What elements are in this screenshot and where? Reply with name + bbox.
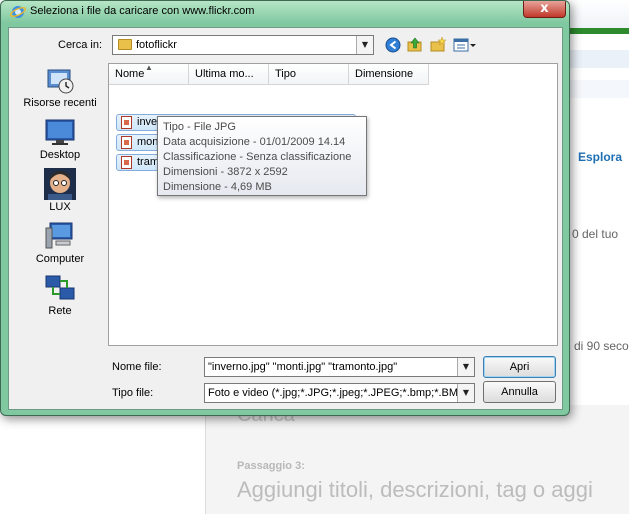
- column-label: Nome: [115, 68, 145, 80]
- chevron-down-icon[interactable]: ▼: [356, 36, 373, 54]
- close-icon: x: [540, 1, 549, 16]
- chevron-down-icon[interactable]: ▼: [457, 358, 474, 376]
- step-label: Passaggio 3:: [237, 460, 305, 472]
- explore-link[interactable]: Esplora: [578, 150, 622, 164]
- place-label: Desktop: [39, 149, 81, 161]
- file-open-dialog: Seleziona i file da caricare con www.fli…: [0, 0, 570, 416]
- page-nav-strip: [560, 50, 629, 68]
- place-label: LUX: [49, 201, 71, 213]
- up-folder-icon[interactable]: [407, 37, 423, 53]
- jpg-file-icon: [121, 156, 132, 169]
- cancel-button[interactable]: Annulla: [483, 381, 556, 403]
- tooltip-size: Dimensione - 4,69 MB: [163, 181, 272, 193]
- jpg-file-icon: [121, 136, 132, 149]
- look-in-value: fotoflickr: [136, 39, 177, 51]
- place-recent[interactable]: Risorse recenti: [19, 64, 101, 109]
- view-menu-icon[interactable]: [453, 37, 477, 53]
- internet-explorer-icon: [10, 6, 26, 18]
- step-title: Aggiungi titoli, descrizioni, tag o aggi: [237, 477, 593, 502]
- place-network[interactable]: Rete: [19, 272, 101, 317]
- tooltip-type: Tipo - File JPG: [163, 121, 236, 133]
- tooltip-rating: Classificazione - Senza classificazione: [163, 151, 352, 163]
- dialog-titlebar[interactable]: Seleziona i file da caricare con www.fli…: [1, 1, 569, 23]
- back-icon[interactable]: [385, 37, 401, 53]
- desktop-icon: [44, 116, 76, 148]
- place-computer[interactable]: Computer: [19, 220, 101, 265]
- jpg-file-icon: [121, 116, 132, 129]
- open-button[interactable]: Apri: [483, 356, 556, 378]
- look-in-dropdown[interactable]: fotoflickr ▼: [112, 35, 374, 55]
- network-icon: [44, 272, 76, 304]
- place-label: Risorse recenti: [23, 97, 97, 109]
- file-info-tooltip: Tipo - File JPG Data acquisizione - 01/0…: [157, 116, 367, 196]
- tooltip-dimensions: Dimensioni - 3872 x 2592: [163, 166, 288, 178]
- filetype-dropdown[interactable]: Foto e video (*.jpg;*.JPG;*.jpeg;*.JPEG;…: [204, 383, 475, 403]
- folder-icon: [118, 39, 132, 50]
- tooltip-date: Data acquisizione - 01/01/2009 14.14: [163, 136, 346, 148]
- place-label: Computer: [35, 253, 85, 265]
- column-header-modified[interactable]: Ultima mo...: [189, 64, 269, 85]
- places-bar: Risorse recenti Desktop LUX Computer Ret…: [19, 64, 101, 334]
- recent-places-icon: [44, 64, 76, 96]
- dialog-title: Seleziona i file da caricare con www.fli…: [30, 5, 255, 17]
- file-list[interactable]: Nome ▲ Ultima mo... Tipo Dimensione inve…: [108, 63, 558, 346]
- dialog-body: Cerca in: fotoflickr ▼ Risorse recenti D…: [8, 27, 563, 410]
- filetype-label: Tipo file:: [112, 387, 154, 399]
- page-text-fragment: 0 del tuo: [572, 227, 619, 241]
- page-sidebar: [0, 405, 206, 514]
- filename-input[interactable]: "inverno.jpg" "monti.jpg" "tramonto.jpg"…: [204, 357, 475, 377]
- column-header-name[interactable]: Nome ▲: [109, 64, 189, 85]
- look-in-label: Cerca in:: [58, 39, 103, 51]
- page-nav-strip-secondary: [560, 80, 629, 98]
- place-label: Rete: [48, 305, 72, 317]
- page-text-fragment: di 90 seco: [574, 339, 629, 353]
- filename-label: Nome file:: [112, 361, 162, 373]
- place-desktop[interactable]: Desktop: [19, 116, 101, 161]
- close-button[interactable]: x: [523, 1, 566, 18]
- sort-ascending-icon: ▲: [145, 64, 153, 72]
- column-header-type[interactable]: Tipo: [269, 64, 349, 85]
- place-user[interactable]: LUX: [19, 168, 101, 213]
- user-avatar-icon: [44, 168, 76, 200]
- new-folder-icon[interactable]: [430, 37, 446, 53]
- chevron-down-icon[interactable]: ▼: [457, 384, 474, 402]
- filename-value: "inverno.jpg" "monti.jpg" "tramonto.jpg": [208, 361, 398, 373]
- filetype-value: Foto e video (*.jpg;*.JPG;*.jpeg;*.JPEG;…: [208, 387, 458, 399]
- page-header-accent: [560, 28, 629, 34]
- column-header-size[interactable]: Dimensione: [349, 64, 429, 85]
- computer-icon: [44, 220, 76, 252]
